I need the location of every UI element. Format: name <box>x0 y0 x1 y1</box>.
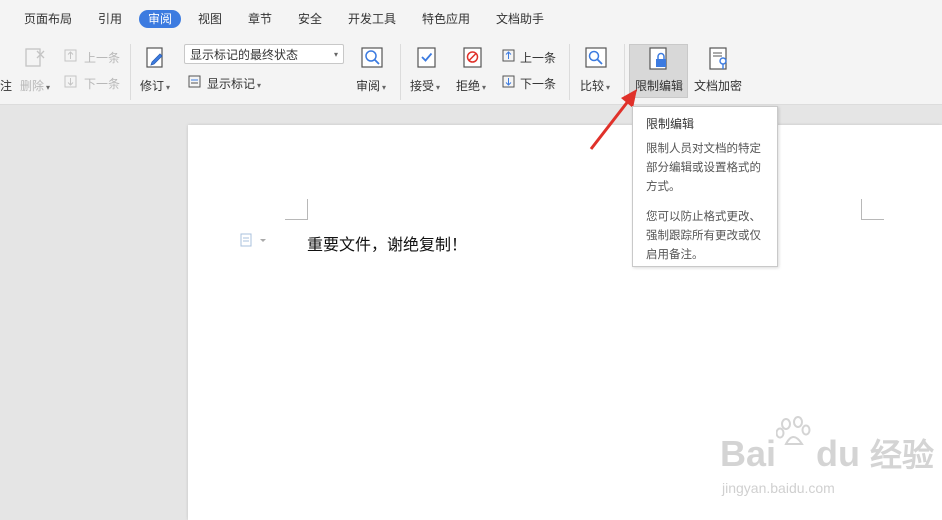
review-ribbon: 注 删除 ▾ 上一条 下一条 修订 ▾ 显示标记的最终状态 ▾ 显示标记 ▾ 审阅 ▾ <box>0 38 942 105</box>
menu-view[interactable]: 视图 <box>198 10 222 28</box>
tooltip-text-line: 方式。 <box>646 179 681 193</box>
menu-bar: 页面布局 引用 审阅 视图 章节 安全 开发工具 特色应用 文档助手 <box>0 0 942 38</box>
menu-references[interactable]: 引用 <box>98 10 122 28</box>
next-change-button[interactable]: 下一条 <box>520 75 556 92</box>
prev-change-icon <box>502 49 515 62</box>
watermark-cn: 经验 <box>870 437 935 473</box>
comment-partial-label[interactable]: 注 <box>0 77 12 94</box>
paw-icon <box>776 416 811 445</box>
compare-icon[interactable] <box>584 46 608 70</box>
watermark-url: jingyan.baidu.com <box>722 480 835 496</box>
next-comment-button[interactable]: 下一条 <box>84 75 120 92</box>
menu-chapter[interactable]: 章节 <box>248 10 272 28</box>
reject-button[interactable]: 拒绝 ▾ <box>456 77 486 94</box>
prev-comment-button[interactable]: 上一条 <box>84 49 120 66</box>
delete-comment-button[interactable]: 删除 ▾ <box>20 77 50 94</box>
reject-icon[interactable] <box>462 46 484 70</box>
delete-comment-icon[interactable] <box>24 47 46 69</box>
ribbon-separator <box>569 44 570 100</box>
next-change-icon <box>502 75 515 88</box>
review-pane-button[interactable]: 审阅 ▾ <box>356 77 386 94</box>
paragraph-handle-icon[interactable] <box>240 233 268 247</box>
baidu-jingyan-watermark: Bai du 经验 jingyan.baidu.com <box>720 416 935 496</box>
menu-special-apps[interactable]: 特色应用 <box>422 10 470 28</box>
restrict-editing-icon[interactable] <box>647 46 671 72</box>
tooltip-text-line: 启用备注。 <box>646 247 704 261</box>
menu-developer[interactable]: 开发工具 <box>348 10 396 28</box>
track-changes-icon[interactable] <box>145 46 167 70</box>
watermark-brand-2: du <box>816 433 861 474</box>
menu-page-layout[interactable]: 页面布局 <box>24 10 72 28</box>
ribbon-separator <box>130 44 131 100</box>
restrict-editing-tooltip: 限制编辑 限制人员对文档的特定 部分编辑或设置格式的 方式。 您可以防止格式更改… <box>632 106 778 267</box>
document-text[interactable]: 重要文件，谢绝复制！ <box>307 231 467 255</box>
accept-icon[interactable] <box>416 46 438 70</box>
tooltip-title: 限制编辑 <box>646 117 695 131</box>
watermark-brand: Bai <box>720 433 777 474</box>
tooltip-text-line: 强制跟踪所有更改或仅 <box>646 228 761 242</box>
next-comment-icon <box>64 75 77 88</box>
document-encrypt-button[interactable]: 文档加密 <box>694 77 742 94</box>
prev-comment-icon <box>64 49 77 62</box>
menu-review[interactable]: 审阅 <box>139 10 182 28</box>
tooltip-text-line: 部分编辑或设置格式的 <box>646 160 761 174</box>
show-markup-icon <box>188 75 201 88</box>
ribbon-separator <box>400 44 401 100</box>
revise-button[interactable]: 修订 ▾ <box>140 77 170 94</box>
page-corner-mark <box>285 199 308 220</box>
tooltip-text-line: 限制人员对文档的特定 <box>646 141 761 155</box>
tooltip-text-line: 您可以防止格式更改、 <box>646 209 761 223</box>
document-encrypt-icon[interactable] <box>707 46 731 72</box>
menu-security[interactable]: 安全 <box>298 10 322 28</box>
review-pane-icon[interactable] <box>360 46 384 70</box>
prev-change-button[interactable]: 上一条 <box>520 49 556 66</box>
page-corner-mark <box>861 199 884 220</box>
show-markup-button[interactable]: 显示标记 ▾ <box>207 75 261 92</box>
accept-button[interactable]: 接受 ▾ <box>410 77 440 94</box>
menu-doc-assistant[interactable]: 文档助手 <box>496 10 544 28</box>
markup-state-select[interactable]: 显示标记的最终状态 ▾ <box>184 44 344 64</box>
